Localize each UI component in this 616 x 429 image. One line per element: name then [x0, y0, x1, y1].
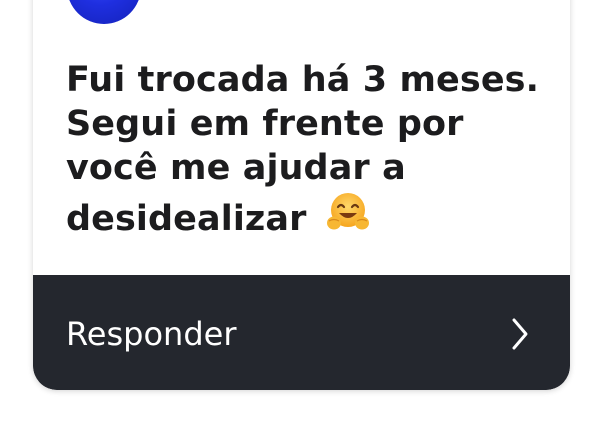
story-reply-screen: Fui trocada há 3 meses. Segui em frente …: [0, 0, 616, 429]
avatar[interactable]: [67, 0, 141, 24]
reply-button[interactable]: Responder: [33, 275, 570, 390]
message-line: Segui em frente por: [66, 104, 464, 144]
message-text: Fui trocada há 3 meses. Segui em frente …: [66, 58, 546, 241]
chevron-right-icon: [510, 317, 530, 351]
message-line: desidealizar: [66, 199, 307, 239]
message-line: você me ajudar a: [66, 148, 406, 188]
message-last-line: desidealizar: [66, 190, 546, 241]
reply-label: Responder: [66, 315, 237, 353]
hugging-face-emoji-icon: [325, 190, 371, 236]
message-card: Fui trocada há 3 meses. Segui em frente …: [33, 0, 570, 390]
message-line: Fui trocada há 3 meses.: [66, 60, 539, 100]
